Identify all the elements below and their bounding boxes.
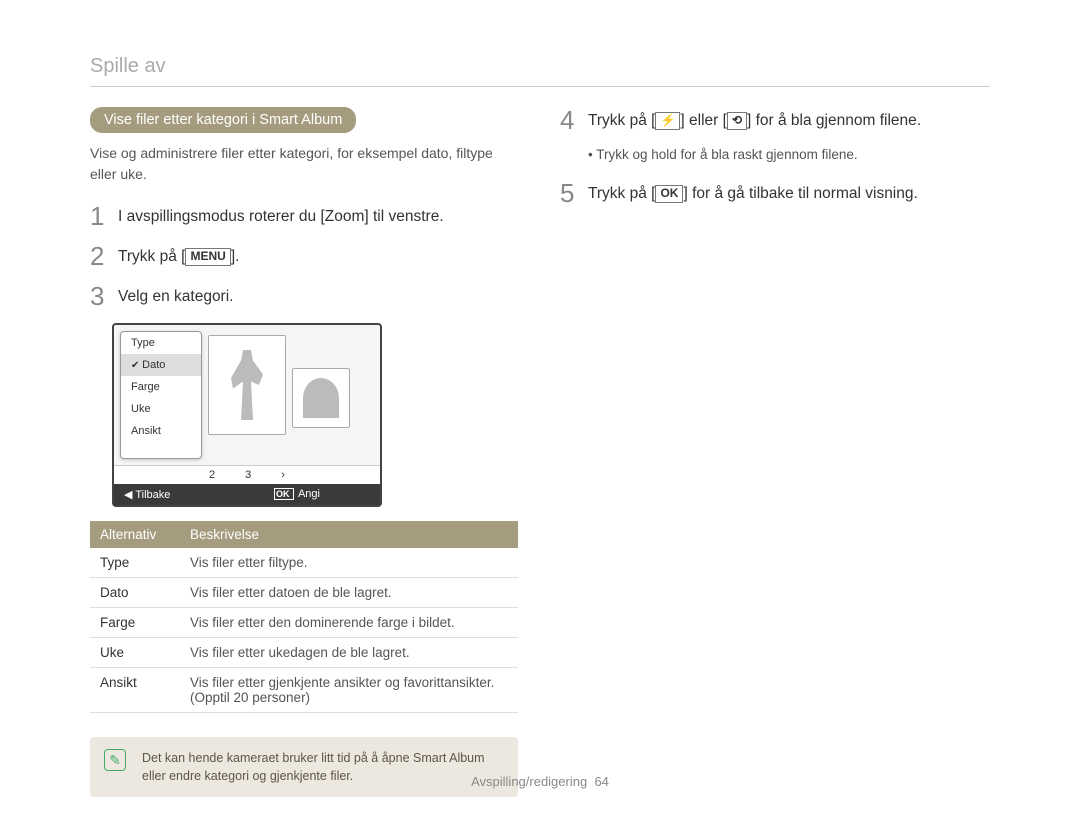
cell: Vis filer etter gjenkjente ansikter og f… — [180, 668, 518, 713]
pager-next-icon: › — [281, 469, 285, 481]
ok-button-icon: OK — [655, 185, 683, 203]
thumbnail-area — [208, 325, 380, 465]
timer-icon: ⟲ — [727, 112, 747, 130]
step-text: I avspillingsmodus roterer du [Zoom] til… — [118, 203, 444, 228]
category-menu: Type Dato Farge Uke Ansikt — [120, 331, 202, 459]
footer-page-number: 64 — [594, 774, 608, 789]
thumbnail — [208, 335, 286, 435]
step-1: 1 I avspillingsmodus roterer du [Zoom] t… — [90, 203, 520, 229]
cell: Vis filer etter den dominerende farge i … — [180, 608, 518, 638]
table-row: FargeVis filer etter den dominerende far… — [90, 608, 518, 638]
text-fragment: ] eller [ — [680, 112, 727, 129]
flash-icon: ⚡ — [655, 112, 680, 130]
cell: Vis filer etter filtype. — [180, 548, 518, 578]
cell: Type — [90, 548, 180, 578]
cell: Ansikt — [90, 668, 180, 713]
menu-item-type: Type — [121, 332, 201, 354]
step-number: 4 — [560, 107, 588, 133]
thumbnail — [292, 368, 350, 428]
text-fragment: ] for å gå tilbake til normal visning. — [683, 185, 917, 202]
step-4: 4 Trykk på [⚡] eller [⟲] for å bla gjenn… — [560, 107, 990, 133]
cell: Dato — [90, 578, 180, 608]
page-footer: Avspilling/redigering 64 — [0, 774, 1080, 789]
step-text: Trykk på [⚡] eller [⟲] for å bla gjennom… — [588, 107, 921, 132]
table-row: DatoVis filer etter datoen de ble lagret… — [90, 578, 518, 608]
section-heading: Vise filer etter kategori i Smart Album — [90, 107, 356, 133]
step-2: 2 Trykk på [MENU]. — [90, 243, 520, 269]
lcd-set-label: Angi — [274, 488, 320, 501]
step-number: 5 — [560, 180, 588, 206]
pager-num: 2 — [209, 469, 215, 481]
page-title: Spille av — [90, 55, 990, 78]
text-fragment: Trykk på [ — [588, 185, 655, 202]
cell: Vis filer etter datoen de ble lagret. — [180, 578, 518, 608]
th-alternativ: Alternativ — [90, 521, 180, 548]
right-column: 4 Trykk på [⚡] eller [⟲] for å bla gjenn… — [560, 107, 990, 797]
text-fragment: Trykk på [ — [588, 112, 655, 129]
th-beskrivelse: Beskrivelse — [180, 521, 518, 548]
left-column: Vise filer etter kategori i Smart Album … — [90, 107, 520, 797]
silhouette-icon — [303, 378, 339, 418]
table-header-row: Alternativ Beskrivelse — [90, 521, 518, 548]
menu-item-farge: Farge — [121, 376, 201, 398]
menu-button-icon: MENU — [185, 248, 230, 266]
table-row: UkeVis filer etter ukedagen de ble lagre… — [90, 638, 518, 668]
lcd-pager: 2 3 › — [114, 465, 380, 484]
step-text: Velg en kategori. — [118, 283, 233, 308]
silhouette-icon — [227, 350, 267, 420]
section-intro: Vise og administrere filer etter kategor… — [90, 143, 520, 185]
title-rule — [90, 86, 990, 87]
menu-item-uke: Uke — [121, 398, 201, 420]
lcd-back-label: Tilbake — [124, 488, 170, 501]
cell: Vis filer etter ukedagen de ble lagret. — [180, 638, 518, 668]
step-text: Trykk på [MENU]. — [118, 243, 239, 268]
step-number: 2 — [90, 243, 118, 269]
step-4-sub: Trykk og hold for å bla raskt gjennom fi… — [588, 147, 990, 162]
footer-section: Avspilling/redigering — [471, 774, 587, 789]
pager-num: 3 — [245, 469, 251, 481]
cell: Uke — [90, 638, 180, 668]
menu-item-dato: Dato — [121, 354, 201, 376]
table-row: TypeVis filer etter filtype. — [90, 548, 518, 578]
step-text: Trykk på [OK] for å gå tilbake til norma… — [588, 180, 918, 205]
lcd-bottom-bar: Tilbake Angi — [114, 484, 380, 505]
lcd-screenshot: Type Dato Farge Uke Ansikt 2 3 › Tilbake… — [112, 323, 382, 507]
text-fragment: ]. — [231, 248, 240, 265]
cell: Farge — [90, 608, 180, 638]
step-5: 5 Trykk på [OK] for å gå tilbake til nor… — [560, 180, 990, 206]
note-icon: ✎ — [104, 749, 126, 771]
step-number: 3 — [90, 283, 118, 309]
menu-item-ansikt: Ansikt — [121, 420, 201, 442]
options-table: Alternativ Beskrivelse TypeVis filer ett… — [90, 521, 518, 713]
step-number: 1 — [90, 203, 118, 229]
step-3: 3 Velg en kategori. — [90, 283, 520, 309]
table-row: AnsiktVis filer etter gjenkjente ansikte… — [90, 668, 518, 713]
text-fragment: ] for å bla gjennom filene. — [747, 112, 921, 129]
text-fragment: Trykk på [ — [118, 248, 185, 265]
